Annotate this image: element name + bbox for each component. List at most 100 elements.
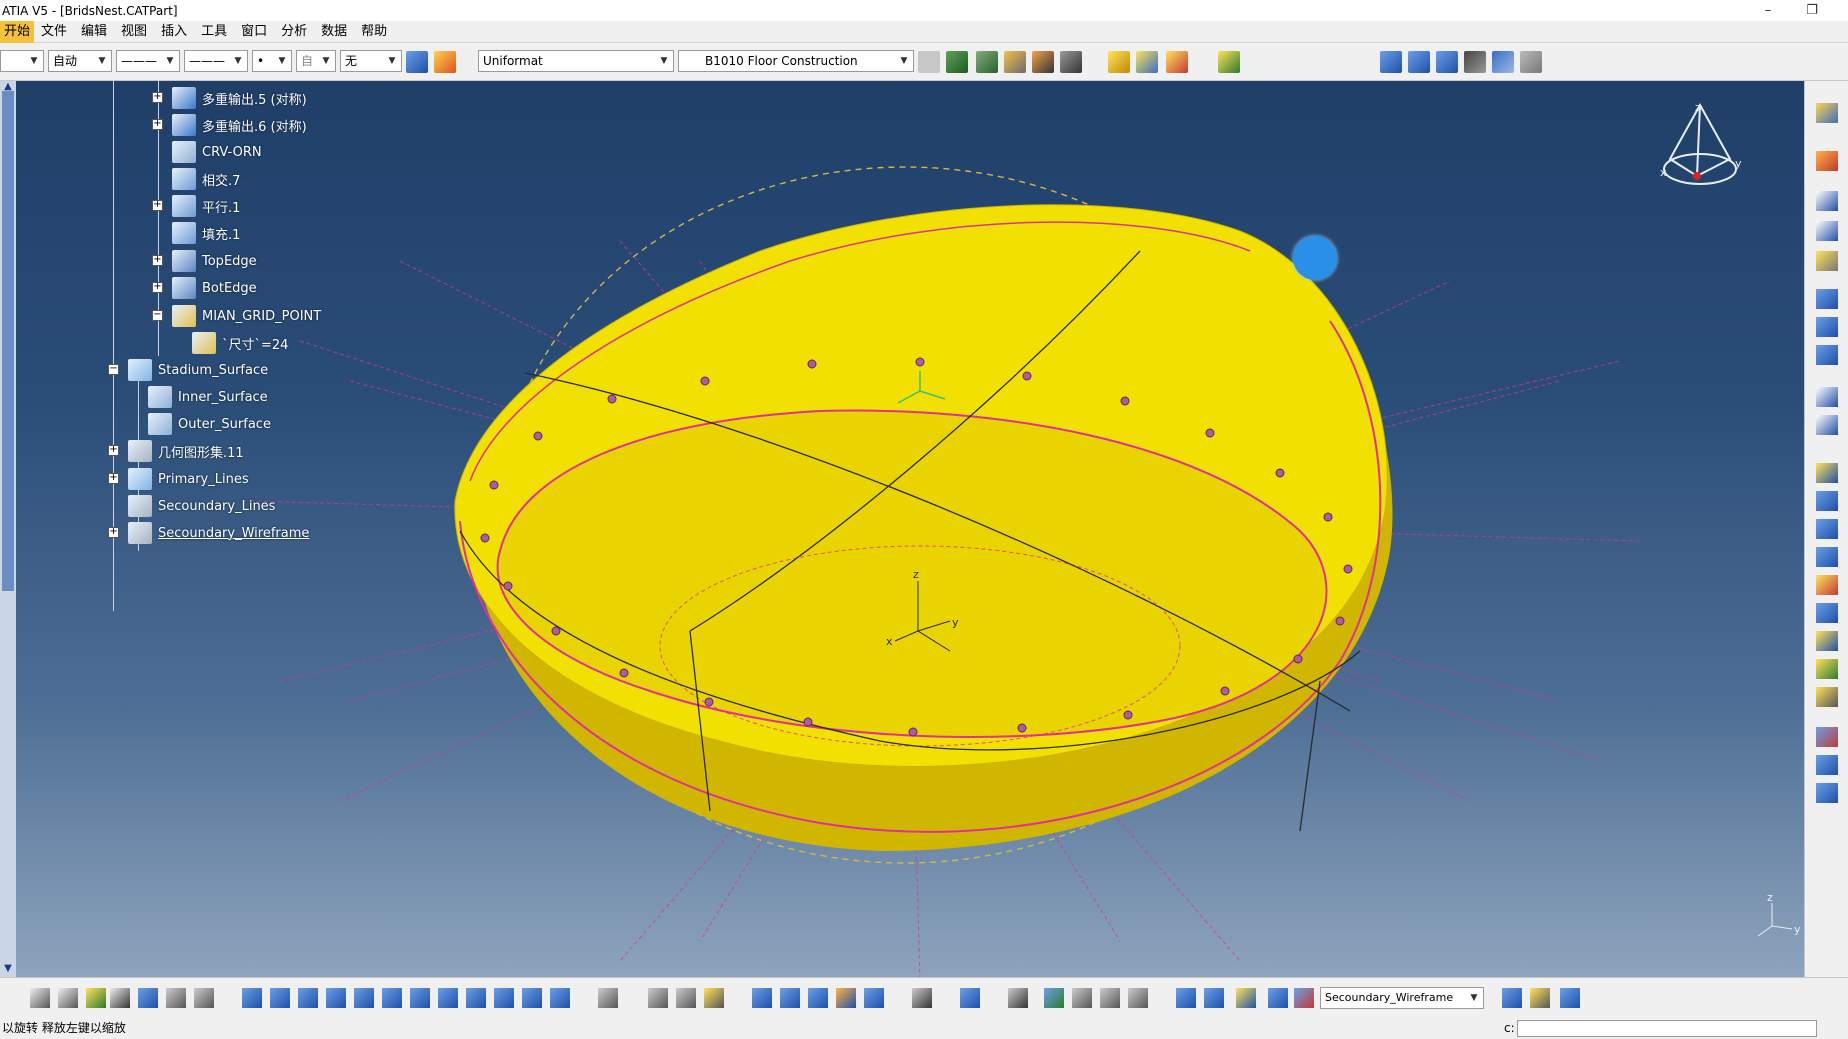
workbench-icon[interactable] [1218,51,1240,73]
axis-icon[interactable] [1520,51,1542,73]
menu-start[interactable]: 开始 [0,20,35,43]
sweep-icon[interactable] [1816,603,1838,623]
intersection-icon[interactable] [1816,317,1838,337]
menu-help[interactable]: 帮助 [354,21,394,43]
expand-icon[interactable]: + [152,92,163,103]
work-support-icon[interactable] [1236,988,1256,1008]
tree-node[interactable]: `尺寸`=24 [192,330,288,356]
measure-between-icon[interactable] [1032,51,1054,73]
offset-icon[interactable] [1816,575,1838,595]
parallel-curve-icon[interactable] [1816,345,1838,365]
print-icon[interactable] [598,988,618,1008]
zoom-in-icon[interactable] [354,988,374,1008]
design-table-icon[interactable] [110,988,130,1008]
multi-view-icon[interactable] [438,988,458,1008]
pad-icon[interactable] [752,988,772,1008]
menu-window[interactable]: 窗口 [234,21,274,43]
part-design-icon[interactable] [1816,103,1838,123]
linetype-combo[interactable]: ——— ▼ [116,50,180,72]
trim-icon[interactable] [1816,783,1838,803]
snap-point-icon[interactable] [1268,988,1288,1008]
tree-node[interactable]: 填充.1 [172,220,240,246]
layer-combo[interactable]: ▼ [0,50,44,72]
brush-icon[interactable] [406,51,428,73]
tree-node[interactable]: Outer_Surface [148,411,271,437]
fly-icon[interactable] [242,988,262,1008]
rotate-icon[interactable] [326,988,346,1008]
point-style-combo[interactable]: • ▼ [252,50,292,72]
tree-node[interactable]: CRV-ORN [172,139,262,165]
plane-icon[interactable] [1816,251,1838,271]
tree-node[interactable]: 相交.7 [172,166,240,192]
bottle-icon[interactable] [704,988,724,1008]
expand-icon[interactable]: + [152,282,163,293]
expand-icon[interactable]: + [152,119,163,130]
expand-icon[interactable]: + [108,473,119,484]
table-icon[interactable] [1108,51,1130,73]
measure-icon[interactable] [648,988,668,1008]
tree-node[interactable]: Secoundary_Wireframe [128,520,309,546]
menu-insert[interactable]: 插入 [154,21,194,43]
apply-material-icon[interactable] [918,51,940,73]
helix-icon[interactable] [1816,463,1838,483]
axis-triad-icon[interactable] [1294,988,1314,1008]
tree-node[interactable]: Primary_Lines [128,466,249,492]
rule-icon[interactable] [86,988,106,1008]
tree-node[interactable]: Inner_Surface [148,384,268,410]
transparency-combo[interactable]: 自 ▼ [296,50,336,72]
tree-node[interactable]: Stadium_Surface [128,357,268,383]
tree-icon[interactable] [138,988,158,1008]
hide-show-icon[interactable] [522,988,542,1008]
menu-analysis[interactable]: 分析 [274,21,314,43]
projection-icon[interactable] [1816,289,1838,309]
swap-space-icon[interactable] [550,988,570,1008]
view-front-icon[interactable] [1380,51,1402,73]
surface-icon[interactable] [1560,988,1580,1008]
collapse-icon[interactable]: − [152,310,163,321]
work-plane-icon[interactable] [1204,988,1224,1008]
pocket-icon[interactable] [780,988,800,1008]
view-iso-icon[interactable] [1408,51,1430,73]
spline-icon[interactable] [1816,415,1838,435]
color-combo[interactable]: 自动 ▼ [48,50,112,72]
circle-refresh-icon[interactable] [1072,988,1092,1008]
menu-tools[interactable]: 工具 [194,21,234,43]
filter-icon[interactable] [1502,988,1522,1008]
sphere-icon[interactable] [1816,547,1838,567]
tree-scrollbar[interactable]: ▲ ▼ [0,81,16,977]
view-top-icon[interactable] [1436,51,1458,73]
tree-node[interactable]: 平行.1 [172,193,240,219]
scroll-thumb[interactable] [2,91,14,591]
knowledge-icon[interactable] [1166,51,1188,73]
tree-node[interactable]: 多重输出.5 (对称) [172,85,307,111]
compass[interactable]: z y x [1660,101,1742,185]
select-arrow-icon[interactable] [1816,151,1838,171]
menu-edit[interactable]: 编辑 [74,21,114,43]
restore-button[interactable]: ❐ [1792,0,1832,21]
hand-icon[interactable] [1008,988,1028,1008]
catalog-browser-icon[interactable] [976,51,998,73]
shading-icon[interactable] [494,988,514,1008]
revolve-icon[interactable] [1816,519,1838,539]
painter-icon[interactable] [434,51,456,73]
split-icon[interactable] [1816,755,1838,775]
inertia-icon[interactable] [1060,51,1082,73]
blend-icon[interactable] [1816,687,1838,707]
copy-icon[interactable] [1530,988,1550,1008]
command-input[interactable] [1517,1020,1817,1037]
analysis-icon[interactable] [960,988,980,1008]
circle-icon[interactable] [1816,387,1838,407]
tree-node[interactable]: Secoundary_Lines [128,493,275,519]
list-icon[interactable] [1136,51,1158,73]
hole-icon[interactable] [836,988,856,1008]
fit-icon[interactable] [270,988,290,1008]
knowledge-check-icon[interactable] [166,988,186,1008]
layer-none-combo[interactable]: 无 ▼ [340,50,402,72]
expand-icon[interactable]: + [108,445,119,456]
line-icon[interactable] [1816,221,1838,241]
rib-icon[interactable] [864,988,884,1008]
join-icon[interactable] [1816,727,1838,747]
menu-file[interactable]: 文件 [34,21,74,43]
tree-node[interactable]: 多重输出.6 (对称) [172,112,307,138]
expand-icon[interactable]: + [152,255,163,266]
